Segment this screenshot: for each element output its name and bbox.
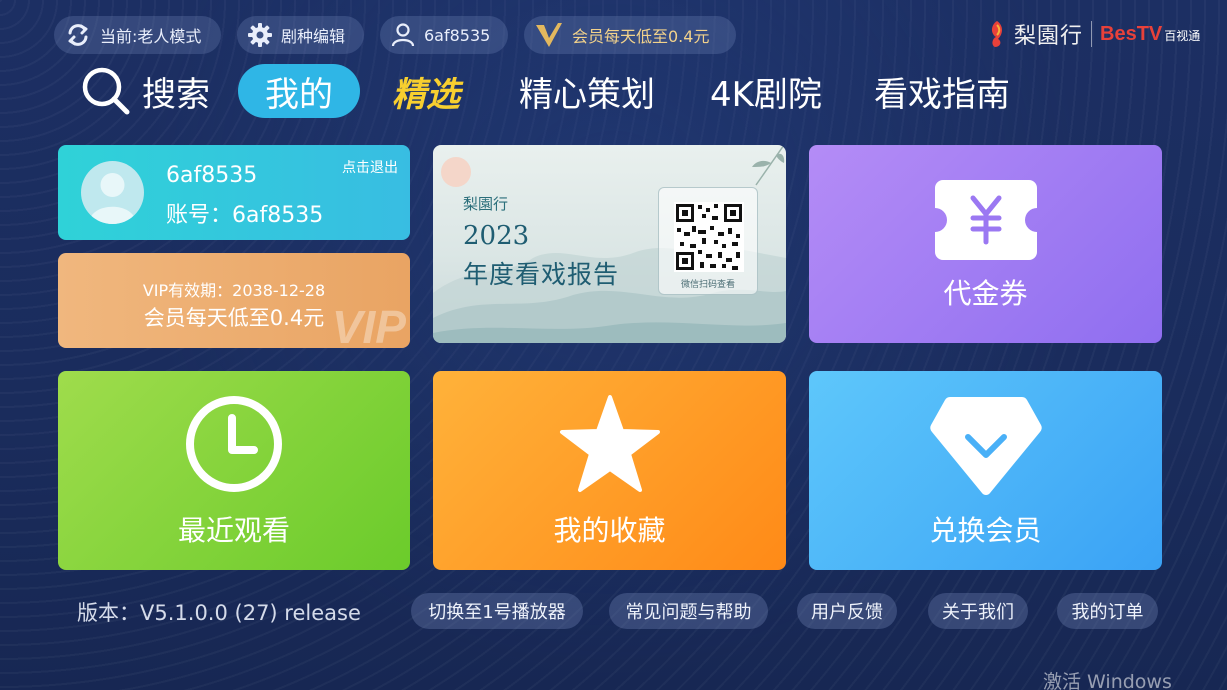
vip-watermark: VIP bbox=[331, 301, 406, 348]
coupon-tile[interactable]: 代金券 bbox=[809, 145, 1162, 343]
user-icon bbox=[391, 23, 415, 47]
qr-code bbox=[674, 202, 744, 272]
app-version: 版本：V5.1.0.0 (27) release bbox=[77, 601, 361, 625]
profile-account: 账号：6af8535 bbox=[166, 203, 324, 228]
avatar-person-icon bbox=[89, 173, 136, 224]
mode-switch-button[interactable]: 当前:老人模式 bbox=[54, 16, 221, 54]
mode-label: 当前:老人模式 bbox=[100, 27, 202, 46]
favorites-tile[interactable]: 我的收藏 bbox=[433, 371, 786, 570]
clock-icon bbox=[186, 396, 282, 492]
tab-featured[interactable]: 精选 bbox=[392, 64, 460, 118]
fan-leaf-icon bbox=[991, 21, 1003, 47]
report-year: 2023 bbox=[463, 221, 530, 251]
diamond-icon bbox=[929, 397, 1042, 495]
user-button[interactable]: 6af8535 bbox=[380, 16, 508, 54]
redeem-tile[interactable]: 兑换会员 bbox=[809, 371, 1162, 570]
nav-search[interactable]: 搜索 bbox=[80, 64, 210, 118]
partner-name: BesTV bbox=[1100, 23, 1163, 45]
star-icon bbox=[559, 395, 660, 492]
gear-icon bbox=[248, 23, 272, 47]
logo-divider bbox=[1091, 21, 1093, 47]
vip-v-icon bbox=[536, 23, 562, 47]
user-label: 6af8535 bbox=[424, 25, 491, 45]
avatar bbox=[81, 161, 144, 224]
report-title: 年度看戏报告 bbox=[463, 260, 620, 289]
tab-guide[interactable]: 看戏指南 bbox=[874, 64, 1010, 118]
annual-report-banner[interactable]: 梨園行 2023 年度看戏报告 微信扫码查看 bbox=[433, 145, 786, 343]
favorites-label: 我的收藏 bbox=[553, 514, 666, 547]
recent-tile[interactable]: 最近观看 bbox=[58, 371, 410, 570]
refresh-icon bbox=[68, 24, 88, 46]
redeem-label: 兑换会员 bbox=[929, 514, 1042, 547]
genre-edit-label: 剧种编辑 bbox=[281, 27, 346, 46]
sun-decoration bbox=[441, 157, 471, 187]
nav-search-label: 搜索 bbox=[142, 74, 210, 115]
coupon-label: 代金券 bbox=[943, 277, 1028, 310]
partner-sub: 百视通 bbox=[1164, 29, 1201, 43]
orders-button[interactable]: 我的订单 bbox=[1057, 593, 1158, 629]
switch-player-button[interactable]: 切换至1号播放器 bbox=[411, 593, 583, 629]
genre-edit-button[interactable]: 剧种编辑 bbox=[237, 16, 364, 54]
about-button[interactable]: 关于我们 bbox=[928, 593, 1028, 629]
tab-curated[interactable]: 精心策划 bbox=[519, 64, 655, 118]
recent-label: 最近观看 bbox=[177, 514, 290, 547]
qr-panel: 微信扫码查看 bbox=[658, 187, 758, 295]
coupon-ticket-icon bbox=[934, 180, 1037, 260]
profile-name: 6af8535 bbox=[166, 163, 258, 188]
qr-code-icon bbox=[676, 204, 742, 270]
report-brand: 梨園行 bbox=[463, 195, 509, 213]
faq-button[interactable]: 常见问题与帮助 bbox=[609, 593, 768, 629]
search-icon bbox=[82, 67, 130, 115]
windows-activation-watermark: 激活 Windows bbox=[1043, 671, 1172, 690]
logout-link[interactable]: 点击退出 bbox=[342, 157, 398, 177]
vip-promo-button[interactable]: 会员每天低至0.4元 bbox=[524, 16, 736, 54]
qr-caption: 微信扫码查看 bbox=[680, 280, 735, 290]
brand-name: 梨園行 bbox=[1014, 24, 1084, 49]
tab-4k-theater[interactable]: 4K剧院 bbox=[710, 64, 822, 118]
vip-expire: VIP有效期：2038-12-28 bbox=[142, 281, 326, 300]
vip-promo-label: 会员每天低至0.4元 bbox=[572, 27, 710, 46]
vip-card[interactable]: VIP有效期：2038-12-28 会员每天低至0.4元 VIP bbox=[58, 253, 410, 348]
app-logo: 梨園行 BesTV 百视通 bbox=[988, 14, 1200, 54]
profile-card[interactable]: 6af8535 账号：6af8535 点击退出 bbox=[58, 145, 410, 240]
feedback-button[interactable]: 用户反馈 bbox=[797, 593, 897, 629]
tab-mine[interactable]: 我的 bbox=[238, 64, 360, 118]
partner-logo: BesTV 百视通 bbox=[1100, 24, 1200, 44]
